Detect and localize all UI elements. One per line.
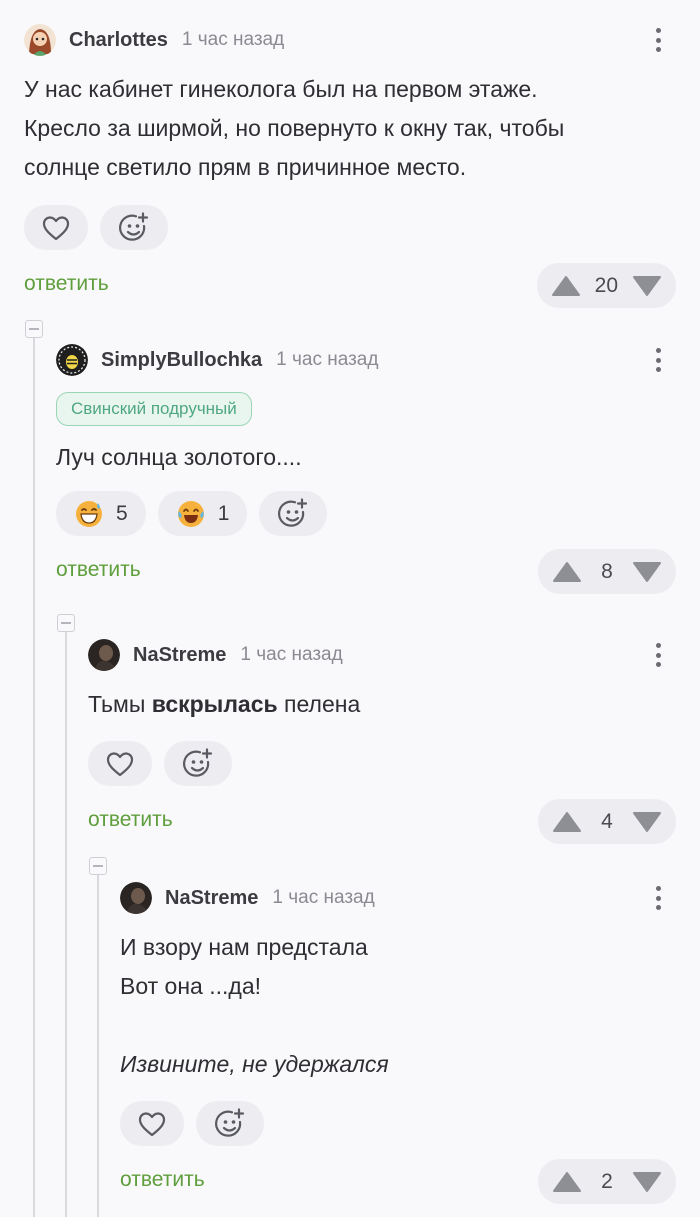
reaction-pill[interactable]: 5 [56,491,146,536]
comment-line [120,1006,700,1045]
comment-line: Вот она ...да! [120,973,261,999]
user-badge[interactable]: Свинский подручный [56,392,252,426]
avatar[interactable] [56,344,88,376]
reply-link[interactable]: ответить [56,558,141,582]
comment-line: У нас кабинет гинеколога был на первом э… [24,76,538,102]
reactions-bar [88,741,700,786]
comment-line: Луч солнца золотого.... [56,444,302,470]
rating-control: 20 [536,263,676,308]
rating-value: 8 [601,559,613,583]
rating-control: 8 [538,549,676,594]
comment-text: Тьмы вскрылась пелена [88,685,700,724]
downvote-icon[interactable] [632,275,662,297]
author-name[interactable]: NaStreme [133,644,226,667]
text-bold: вскрылась [151,691,278,717]
reply-link[interactable]: ответить [88,808,173,832]
comment-text: У нас кабинет гинеколога был на первом э… [24,70,700,187]
reactions-bar [120,1101,700,1146]
add-reaction-button[interactable] [259,491,328,536]
comment-header: NaStreme 1 час назад [88,637,700,673]
more-options-icon[interactable] [646,26,670,54]
timestamp[interactable]: 1 час назад [272,887,374,909]
upvote-icon[interactable] [552,1171,582,1193]
thread-line-2 [65,630,67,1217]
author-name[interactable]: SimplyBullochka [101,349,262,372]
rating-value: 2 [601,1169,613,1193]
comment-header: Charlottes 1 час назад [24,22,700,58]
reply-link[interactable]: ответить [24,272,109,296]
rating-control: 4 [538,799,676,844]
more-options-icon[interactable] [646,641,670,669]
add-reaction-icon [278,497,308,527]
text-italic: Извините, не удержался [120,1051,389,1077]
comment-actions: ответить 20 [24,263,700,308]
avatar[interactable] [24,24,56,56]
more-options-icon[interactable] [646,884,670,912]
collapse-thread-1-button[interactable] [25,320,43,338]
reply-link[interactable]: ответить [120,1168,205,1192]
text-plain: пелена [277,691,361,717]
comment: NaStreme 1 час назад И взору нам предста… [120,880,700,1204]
reaction-pill[interactable]: 1 [157,491,248,536]
rating-control: 2 [538,1159,676,1204]
reactions-bar [24,205,700,250]
avatar[interactable] [88,639,120,671]
like-button[interactable] [24,205,88,250]
author-name[interactable]: Charlottes [69,29,168,52]
like-button[interactable] [120,1101,184,1146]
tears-of-joy-emoji-icon [177,500,204,527]
add-reaction-icon [183,747,213,777]
grinning-sweat-emoji-icon [76,500,102,527]
collapse-thread-2-button[interactable] [57,614,75,632]
add-reaction-button[interactable] [100,205,168,250]
upvote-icon[interactable] [552,811,582,833]
rating-value: 4 [601,809,613,833]
timestamp[interactable]: 1 час назад [276,349,378,371]
heart-icon [106,751,134,776]
timestamp[interactable]: 1 час назад [240,644,342,666]
avatar[interactable] [120,882,152,914]
like-button[interactable] [88,741,152,786]
comment-line: И взору нам предстала [120,934,368,960]
text-plain: Тьмы [88,691,152,717]
thread-line-3 [97,873,99,1217]
thread-line-1 [33,336,35,1217]
comment-line: солнце светило прям в причинное место. [24,154,467,180]
comment-line: Тьмы вскрылась пелена [88,685,700,724]
heart-icon [138,1111,166,1136]
heart-icon [42,215,70,240]
comment-line: Кресло за ширмой, но повернуто к окну та… [24,115,565,141]
timestamp[interactable]: 1 час назад [182,29,284,51]
upvote-icon[interactable] [552,561,582,583]
add-reaction-button[interactable] [164,741,232,786]
reaction-count: 5 [116,501,128,525]
reaction-count: 1 [217,501,230,525]
comment: Charlottes 1 час назад У нас кабинет гин… [24,22,700,308]
reactions-bar: 5 1 [56,491,700,536]
rating-value: 20 [594,273,618,297]
add-reaction-icon [215,1107,245,1137]
comment-actions: ответить 4 [88,799,700,844]
downvote-icon[interactable] [632,1171,662,1193]
add-reaction-button[interactable] [196,1101,264,1146]
comment: NaStreme 1 час назад Тьмы вскрылась пеле… [88,637,700,844]
comments-thread: Charlottes 1 час назад У нас кабинет гин… [0,0,700,1217]
upvote-icon[interactable] [551,275,581,297]
author-name[interactable]: NaStreme [165,887,258,910]
collapse-thread-3-button[interactable] [89,857,107,875]
more-options-icon[interactable] [646,346,670,374]
downvote-icon[interactable] [632,561,662,583]
comment-header: SimplyBullochka 1 час назад [56,342,700,378]
comment-text: И взору нам предстала Вот она ...да! Изв… [120,928,700,1084]
comment-actions: ответить 2 [120,1159,700,1204]
comment-header: NaStreme 1 час назад [120,880,700,916]
comment-text: Луч солнца золотого.... [56,438,700,477]
comment-actions: ответить 8 [56,549,700,594]
downvote-icon[interactable] [632,811,662,833]
comment: SimplyBullochka 1 час назад Свинский под… [56,342,700,594]
add-reaction-icon [119,211,149,241]
comment-line: Извините, не удержался [120,1045,700,1084]
